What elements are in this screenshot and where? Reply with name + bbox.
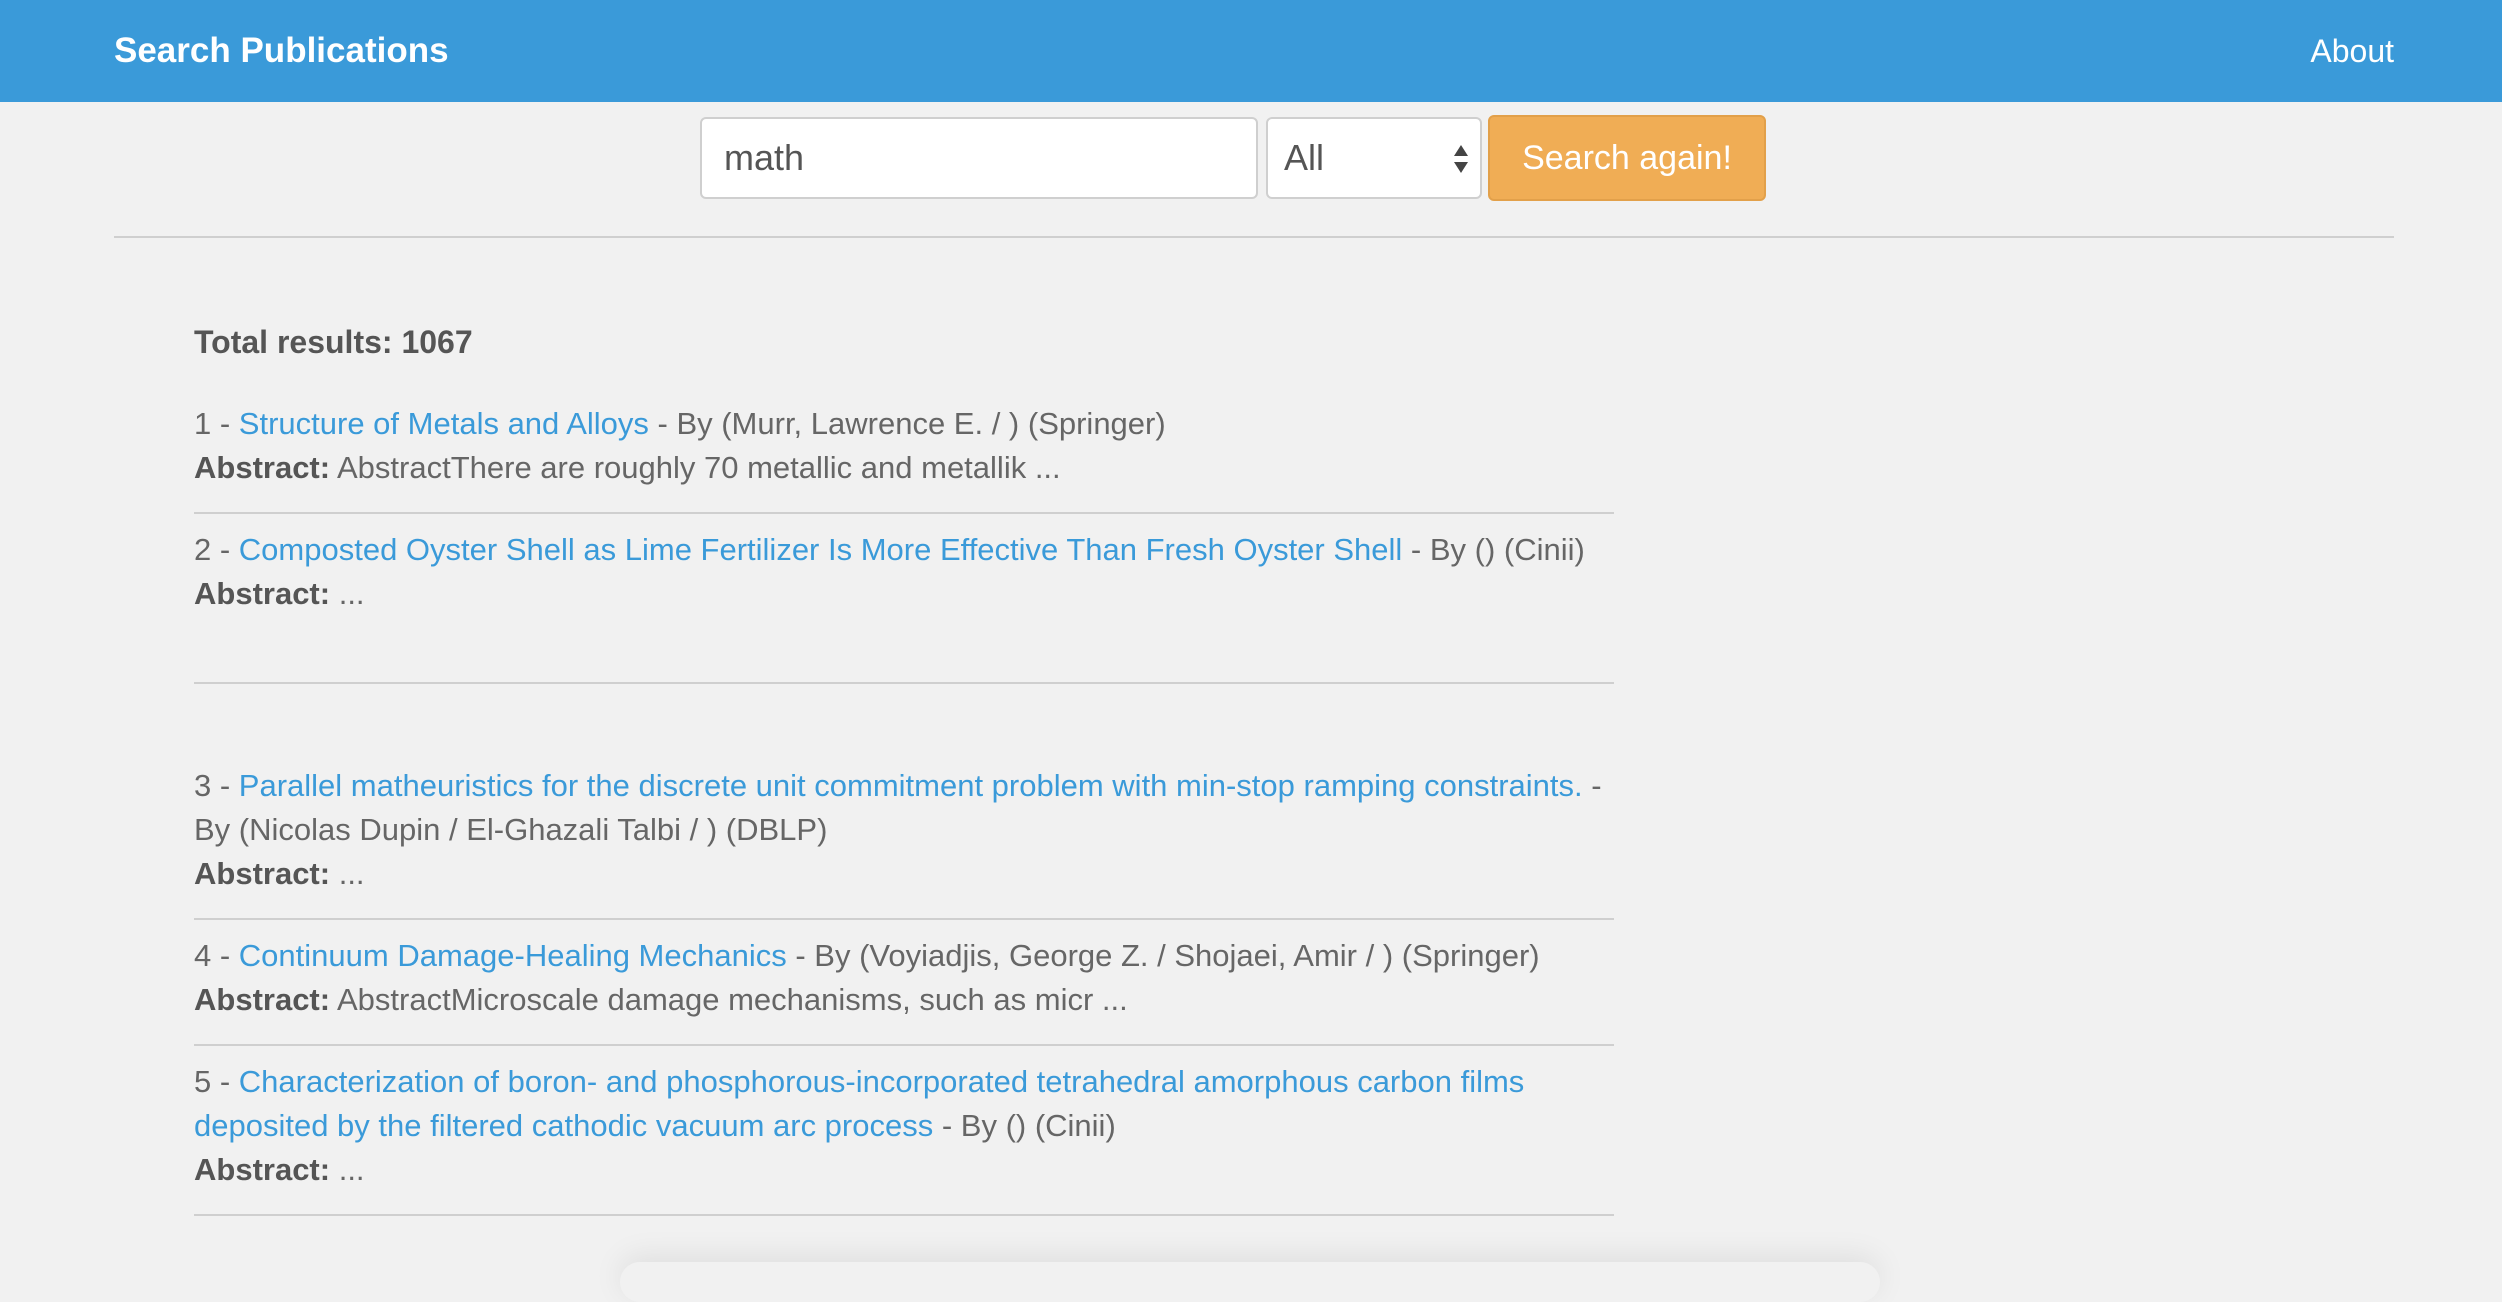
abstract-label: Abstract: [194,450,331,485]
abstract-label: Abstract: [194,982,331,1017]
result-number: 3 - [194,768,239,803]
result-title-link[interactable]: Parallel matheuristics for the discrete … [239,768,1583,803]
result-title-link[interactable]: Structure of Metals and Alloys [239,406,649,441]
result-title-link[interactable]: Composted Oyster Shell as Lime Fertilize… [239,532,1403,567]
result-number: 5 - [194,1064,239,1099]
result-item: 1 - Structure of Metals and Alloys - By … [194,388,1614,514]
select-arrows-icon [1454,145,1468,173]
result-byline: - By () (Cinii) [1402,532,1585,567]
abstract-label: Abstract: [194,576,331,611]
brand-title[interactable]: Search Publications [114,0,449,102]
result-item: 3 - Parallel matheuristics for the discr… [194,684,1614,920]
abstract-label: Abstract: [194,856,331,891]
result-abstract: ... [330,576,365,611]
result-abstract: AbstractThere are roughly 70 metallic an… [330,450,1061,485]
result-byline: - By () (Cinii) [933,1108,1116,1143]
footer-shadow [620,1262,1880,1302]
search-input[interactable] [700,117,1258,199]
about-link[interactable]: About [2310,0,2394,102]
results-list: Total results: 1067 1 - Structure of Met… [194,300,1614,1216]
result-abstract: ... [330,1152,365,1187]
result-abstract: ... [330,856,365,891]
result-title-link[interactable]: Characterization of boron- and phosphoro… [194,1064,1524,1143]
filter-selected-value: All [1284,137,1325,178]
result-number: 4 - [194,938,239,973]
result-item: 2 - Composted Oyster Shell as Lime Ferti… [194,514,1614,684]
abstract-label: Abstract: [194,1152,331,1187]
result-byline: - By (Voyiadjis, George Z. / Shojaei, Am… [786,938,1540,973]
navbar: Search Publications About [0,0,2502,102]
total-results: Total results: 1067 [194,324,473,360]
result-title-link[interactable]: Continuum Damage-Healing Mechanics [239,938,787,973]
search-button[interactable]: Search again! [1488,115,1766,201]
result-number: 1 - [194,406,239,441]
result-item: 4 - Continuum Damage-Healing Mechanics -… [194,920,1614,1046]
result-number: 2 - [194,532,239,567]
divider [114,236,2394,238]
result-abstract: AbstractMicroscale damage mechanisms, su… [330,982,1128,1017]
filter-select[interactable]: All [1266,117,1482,199]
result-byline: - By (Murr, Lawrence E. / ) (Springer) [648,406,1166,441]
result-item: 5 - Characterization of boron- and phosp… [194,1046,1614,1216]
